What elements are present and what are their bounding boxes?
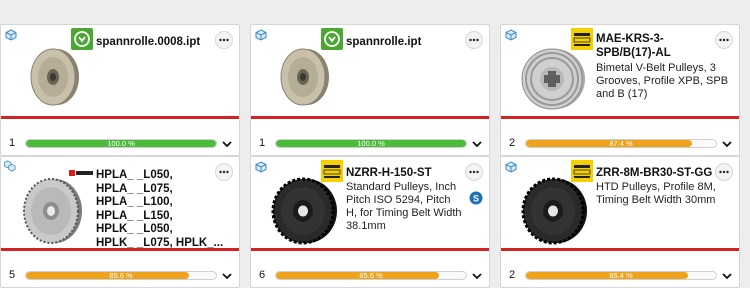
maedler-logo-icon	[571, 160, 593, 182]
more-options-icon[interactable]	[465, 31, 483, 49]
part-title: spannrolle.0008.ipt	[96, 36, 201, 48]
more-options-icon[interactable]	[215, 163, 233, 181]
similarity-bar: 87.4 %	[525, 139, 717, 148]
3d-cube-icon	[505, 29, 517, 41]
part-description: Standard Pulleys, Inch Pitch ISO 5294, P…	[346, 181, 462, 232]
match-count: 1	[259, 137, 266, 149]
result-card[interactable]: spannrolle.0008.ipt 1 100.0 %	[0, 24, 240, 156]
similarity-bar: 100.0 %	[25, 139, 217, 148]
result-card[interactable]: HPLA_ _L050, HPLA_ _L075, HPLA_ _L100, H…	[0, 156, 240, 288]
card-footer: 1 100.0 %	[251, 119, 489, 155]
similarity-label: 100.0 %	[107, 139, 135, 148]
more-options-icon[interactable]	[465, 163, 483, 181]
card-footer: 1 100.0 %	[1, 119, 239, 155]
match-count: 2	[509, 137, 516, 149]
chevron-down-icon[interactable]	[221, 138, 233, 150]
svg-text:S: S	[473, 194, 479, 204]
part-title: NZRR-H-150-ST	[346, 167, 432, 179]
similarity-label: 85.4 %	[609, 271, 633, 280]
maedler-logo-icon	[571, 28, 593, 50]
result-card[interactable]: ZRR-8M-BR30-ST-GG HTD Pulleys, Profile 8…	[500, 156, 740, 288]
more-options-icon[interactable]	[215, 31, 233, 49]
card-footer: 2 87.4 %	[501, 119, 739, 155]
part-title: MAE-KRS-3- SPB/B(17)-AL	[596, 33, 671, 59]
similarity-bar: 85.6 %	[275, 271, 467, 280]
result-card[interactable]: MAE-KRS-3- SPB/B(17)-AL Bimetal V-Belt P…	[500, 24, 740, 156]
3d-cube-icon	[255, 161, 267, 173]
multi-part-icon	[4, 160, 18, 174]
chevron-down-icon[interactable]	[721, 138, 733, 150]
similarity-label: 85.6 %	[109, 271, 133, 280]
s-circle-icon[interactable]: S	[469, 191, 483, 205]
similarity-label: 87.4 %	[609, 139, 633, 148]
part-description: HTD Pulleys, Profile 8M, Timing Belt Wid…	[596, 181, 716, 206]
part-title: spannrolle.ipt	[346, 36, 422, 48]
part-title: ZRR-8M-BR30-ST-GG	[596, 167, 713, 179]
similarity-label: 85.6 %	[359, 271, 383, 280]
3d-cube-icon	[255, 29, 267, 41]
more-options-icon[interactable]	[715, 163, 733, 181]
match-count: 5	[9, 269, 16, 281]
cad-logo-icon	[321, 28, 343, 50]
part-title: HPLA_ _L050, HPLA_ _L075, HPLA_ _L100, H…	[96, 169, 224, 249]
result-card[interactable]: spannrolle.ipt 1 100.0 %	[250, 24, 490, 156]
chevron-down-icon[interactable]	[471, 270, 483, 282]
card-footer: 5 85.6 %	[1, 251, 239, 287]
chevron-down-icon[interactable]	[721, 270, 733, 282]
part-thumbnail[interactable]	[19, 165, 89, 247]
part-description: Bimetal V-Belt Pulleys, 3 Grooves, Profi…	[596, 62, 729, 100]
similarity-bar: 85.4 %	[525, 271, 717, 280]
similarity-bar: 100.0 %	[275, 139, 467, 148]
chevron-down-icon[interactable]	[221, 270, 233, 282]
chevron-down-icon[interactable]	[471, 138, 483, 150]
cad-logo-icon	[71, 28, 93, 50]
brand-logo-icon	[69, 169, 93, 177]
maedler-logo-icon	[321, 160, 343, 182]
match-count: 2	[509, 269, 516, 281]
match-count: 6	[259, 269, 266, 281]
card-footer: 6 85.6 %	[251, 251, 489, 287]
card-footer: 2 85.4 %	[501, 251, 739, 287]
result-card[interactable]: NZRR-H-150-ST S Standard Pulleys, Inch P…	[250, 156, 490, 288]
match-count: 1	[9, 137, 16, 149]
3d-cube-icon	[5, 29, 17, 41]
similarity-bar: 85.6 %	[25, 271, 217, 280]
similarity-label: 100.0 %	[357, 139, 385, 148]
3d-cube-icon	[505, 161, 517, 173]
more-options-icon[interactable]	[715, 31, 733, 49]
